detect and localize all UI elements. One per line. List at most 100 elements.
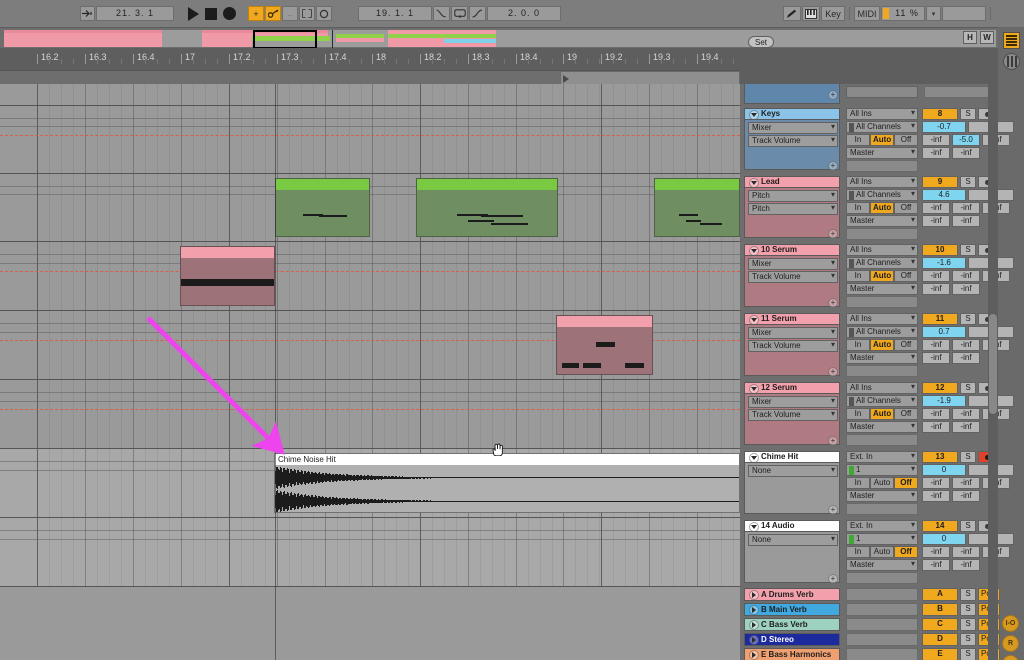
fade-icon[interactable] [433, 6, 450, 21]
track-send-1[interactable]: -5.0 [952, 134, 980, 146]
arrangement-canvas[interactable]: Chime Noise Hit [0, 84, 740, 660]
track-input-type[interactable]: All Ins [846, 108, 918, 120]
record-icon[interactable] [223, 7, 236, 20]
track-device-chooser[interactable]: Mixer [748, 122, 838, 134]
track-mixer-field[interactable] [924, 86, 990, 98]
return-solo-button[interactable]: S [960, 603, 976, 616]
track-parameter-chooser[interactable]: Track Volume [748, 409, 838, 421]
monitor-auto-button[interactable]: Auto [870, 339, 894, 351]
loop-icon[interactable] [451, 6, 468, 21]
track-name-field[interactable]: 11 Serum [744, 313, 840, 325]
track-io-field[interactable] [846, 86, 918, 98]
clip-content[interactable] [655, 190, 739, 236]
return-device-slot[interactable] [846, 648, 918, 660]
arrangement-clip[interactable] [556, 315, 653, 375]
track-solo-button[interactable]: S [960, 382, 976, 394]
track-send-b-0[interactable]: -inf [922, 490, 950, 502]
return-activator-button[interactable]: C [922, 618, 958, 631]
track-solo-button[interactable]: S [960, 313, 976, 325]
track-input-type[interactable]: All Ins [846, 313, 918, 325]
track-output-chooser[interactable]: Master [846, 283, 918, 295]
overview-h-button[interactable]: H [963, 31, 977, 44]
midi-note[interactable] [625, 363, 644, 368]
monitor-auto-button[interactable]: Auto [870, 202, 894, 214]
track-solo-button[interactable]: S [960, 520, 976, 532]
track-output-chooser[interactable]: Master [846, 490, 918, 502]
automation-envelope-line[interactable] [0, 409, 740, 410]
track-device-chooser[interactable]: Pitch [748, 190, 838, 202]
track-output-chooser[interactable]: Master [846, 215, 918, 227]
track-lane-background[interactable] [0, 380, 740, 448]
track-output-sub[interactable] [846, 160, 918, 172]
track-output-chooser[interactable]: Master [846, 421, 918, 433]
monitor-off-button[interactable]: Off [894, 270, 918, 282]
track-lane-background[interactable] [0, 106, 740, 173]
clip-title[interactable] [557, 316, 652, 327]
track-activator-button[interactable]: 13 [922, 451, 958, 463]
track-parameter-chooser[interactable]: Pitch [748, 203, 838, 215]
clip-title[interactable] [181, 247, 274, 258]
track-device-chooser[interactable]: Mixer [748, 258, 838, 270]
add-automation-button[interactable]: + [828, 298, 838, 308]
loop-brace-bar[interactable] [0, 70, 740, 84]
midi-note[interactable] [319, 215, 348, 217]
track-output-sub[interactable] [846, 228, 918, 240]
monitor-in-button[interactable]: In [846, 202, 870, 214]
track-input-channel[interactable]: 1 [846, 464, 918, 476]
automation-envelope-line[interactable] [0, 271, 740, 272]
automation-envelope-line[interactable] [0, 135, 740, 136]
track-send-b-0[interactable]: -inf [922, 215, 950, 227]
midi-keyboard-icon[interactable] [802, 6, 820, 21]
overview-selection-rect[interactable] [253, 30, 317, 49]
track-send-0[interactable]: -inf [922, 477, 950, 489]
track-send-1[interactable]: -inf [952, 270, 980, 282]
arrangement-overview[interactable]: H W [0, 27, 1024, 48]
follow-icon[interactable] [316, 6, 332, 21]
track-send-b-0[interactable]: -inf [922, 421, 950, 433]
track-lane-background[interactable] [0, 242, 740, 310]
track-fold-icon[interactable] [749, 384, 759, 394]
play-icon[interactable] [188, 7, 199, 21]
clip-content[interactable] [557, 327, 652, 374]
track-solo-button[interactable]: S [960, 176, 976, 188]
draw-mode-button[interactable]: + [248, 6, 264, 21]
arrangement-track-lane[interactable] [0, 84, 740, 106]
midi-note[interactable] [468, 220, 494, 222]
track-activator-button[interactable]: 14 [922, 520, 958, 532]
midi-note[interactable] [686, 220, 701, 222]
track-device-chooser[interactable]: Mixer [748, 327, 838, 339]
monitor-in-button[interactable]: In [846, 134, 870, 146]
arrangement-clip[interactable] [416, 178, 558, 237]
clip-title[interactable] [417, 179, 557, 190]
monitor-off-button[interactable]: Off [894, 408, 918, 420]
monitor-in-button[interactable]: In [846, 339, 870, 351]
track-input-channel[interactable]: All Channels [846, 257, 918, 269]
track-send-b-1[interactable]: -inf [952, 559, 980, 571]
arrangement-track-lane[interactable] [0, 242, 740, 311]
arrangement-clip[interactable] [654, 178, 740, 237]
add-automation-button[interactable]: + [828, 161, 838, 171]
track-send-b-0[interactable]: -inf [922, 283, 950, 295]
punch-icon[interactable] [469, 6, 486, 21]
track-send-0[interactable]: -inf [922, 270, 950, 282]
monitor-auto-button[interactable]: Auto [870, 270, 894, 282]
midi-note[interactable] [562, 363, 579, 368]
return-fold-icon[interactable] [749, 590, 759, 600]
track-solo-button[interactable]: S [960, 108, 976, 120]
track-volume-field[interactable]: 0 [922, 464, 966, 476]
clip-content[interactable] [181, 258, 274, 305]
track-send-1[interactable]: -inf [952, 202, 980, 214]
returns-section-toggle[interactable]: R [1002, 635, 1019, 652]
track-output-chooser[interactable]: Master [846, 147, 918, 159]
track-parameter-chooser[interactable]: Track Volume [748, 271, 838, 283]
track-input-type[interactable]: Ext. In [846, 451, 918, 463]
track-output-chooser[interactable]: Master [846, 352, 918, 364]
key-map-button[interactable]: Key [821, 6, 845, 21]
monitor-auto-button[interactable]: Auto [870, 408, 894, 420]
track-activator-button[interactable]: 12 [922, 382, 958, 394]
return-track-name[interactable]: E Bass Harmonics [744, 648, 840, 660]
return-fold-icon[interactable] [749, 605, 759, 615]
return-device-slot[interactable] [846, 633, 918, 646]
timeline-ruler[interactable]: 16.2 16.3 16.4 17 17.2 17.3 17.4 18 18.2 18.3 18.4… [0, 48, 998, 84]
clip-content[interactable] [276, 190, 369, 236]
